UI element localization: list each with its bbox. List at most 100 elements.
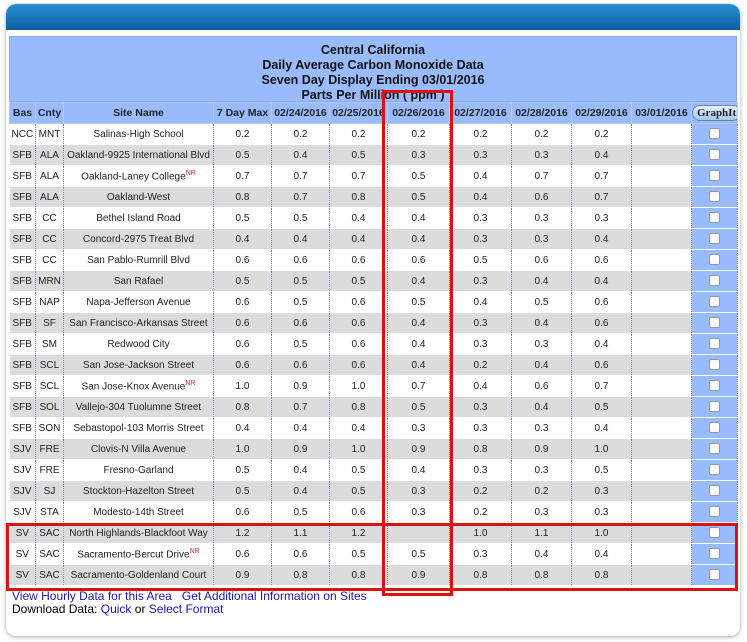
- graphit-checkbox[interactable]: [709, 548, 720, 560]
- cell-daily-value: 0.4: [449, 165, 512, 187]
- cell-site-name: Stockton-Hazelton Street: [63, 480, 214, 502]
- cell-graphit: [691, 312, 738, 334]
- graphit-checkbox[interactable]: [709, 380, 720, 392]
- table-row: SJV STA Modesto-14th Street 0.6 0.5 0.6 0.3 0.2…: [9, 501, 738, 523]
- cell-daily-value: 0.4: [387, 228, 450, 250]
- graphit-checkbox[interactable]: [709, 506, 720, 518]
- site-link[interactable]: San Francisco-Arkansas Street: [69, 318, 207, 329]
- cell-daily-value: 0.5: [387, 165, 450, 187]
- cell-graphit: [691, 270, 738, 292]
- cell-daily-value: [631, 564, 692, 586]
- cell-daily-value: 0.5: [271, 207, 330, 229]
- site-link[interactable]: Oakland-9925 International Blvd: [67, 150, 210, 161]
- graphit-checkbox[interactable]: [709, 170, 720, 182]
- cell-daily-value: 0.4: [387, 270, 450, 292]
- graphit-checkbox[interactable]: [709, 128, 720, 140]
- cell-graphit: [691, 396, 738, 418]
- cell-daily-value: 0.4: [449, 375, 512, 397]
- cell-daily-value: 0.3: [449, 207, 512, 229]
- cell-daily-value: [631, 165, 692, 187]
- graphit-checkbox[interactable]: [709, 233, 720, 245]
- graphit-button[interactable]: GraphIt: [692, 105, 737, 121]
- graphit-checkbox[interactable]: [709, 527, 720, 539]
- site-link[interactable]: Redwood City: [107, 339, 169, 350]
- graphit-checkbox[interactable]: [709, 401, 720, 413]
- col-header-date: 02/24/2016: [271, 102, 330, 124]
- table-row: SFB SF San Francisco-Arkansas Street 0.6 0.6…: [9, 312, 738, 334]
- site-link[interactable]: Salinas-High School: [93, 129, 183, 140]
- cell-daily-value: 0.5: [449, 249, 512, 271]
- cell-cnty: SCL: [35, 375, 64, 397]
- cell-cnty: CC: [35, 249, 64, 271]
- cell-daily-value: 0.6: [511, 249, 572, 271]
- cell-graphit: [691, 354, 738, 376]
- cell-daily-value: 0.6: [511, 186, 572, 208]
- graphit-checkbox[interactable]: [709, 317, 720, 329]
- site-link[interactable]: Sebastopol-103 Morris Street: [73, 423, 203, 434]
- cell-graphit: [691, 375, 738, 397]
- site-link[interactable]: Vallejo-304 Tuolumne Street: [76, 402, 201, 413]
- site-link[interactable]: Oakland-West: [107, 192, 170, 203]
- site-link[interactable]: Oakland-Laney College: [81, 171, 186, 182]
- cell-daily-value: 0.3: [449, 270, 512, 292]
- graphit-checkbox[interactable]: [709, 485, 720, 497]
- site-link[interactable]: Sacramento-Goldenland Court: [71, 570, 207, 581]
- cell-daily-value: [631, 312, 692, 334]
- table-row: SJV FRE Clovis-N Villa Avenue 1.0 0.9 1.0 0.9 0…: [9, 438, 738, 460]
- graphit-checkbox[interactable]: [709, 422, 720, 434]
- site-link[interactable]: San Pablo-Rumrill Blvd: [87, 255, 190, 266]
- cell-daily-value: 0.4: [511, 396, 572, 418]
- cell-daily-value: [631, 459, 692, 481]
- graphit-checkbox[interactable]: [709, 338, 720, 350]
- site-link[interactable]: San Rafael: [114, 276, 163, 287]
- site-link[interactable]: Napa-Jefferson Avenue: [86, 297, 190, 308]
- graphit-checkbox[interactable]: [709, 569, 720, 581]
- select-format-link[interactable]: Select Format: [149, 602, 224, 616]
- table-row: NCC MNT Salinas-High School 0.2 0.2 0.2 0.2 0.2…: [9, 123, 738, 145]
- site-link[interactable]: Fresno-Garland: [103, 465, 173, 476]
- graphit-checkbox[interactable]: [709, 359, 720, 371]
- graphit-checkbox[interactable]: [709, 275, 720, 287]
- graphit-checkbox[interactable]: [709, 296, 720, 308]
- graphit-checkbox[interactable]: [709, 212, 720, 224]
- cell-daily-value: 0.6: [271, 354, 330, 376]
- cell-daily-value: 1.2: [329, 522, 388, 544]
- additional-info-link[interactable]: Get Additional Information on Sites: [182, 589, 367, 603]
- site-link[interactable]: Clovis-N Villa Avenue: [91, 444, 186, 455]
- cell-daily-value: 0.4: [571, 543, 632, 565]
- cell-7day-max: 0.5: [213, 459, 272, 481]
- cell-cnty: ALA: [35, 165, 64, 187]
- cell-daily-value: 0.5: [511, 291, 572, 313]
- site-link[interactable]: Concord-2975 Treat Blvd: [83, 234, 194, 245]
- cell-site-name: San Jose-Knox AvenueNR: [63, 375, 214, 397]
- cell-7day-max: 0.7: [213, 165, 272, 187]
- site-link[interactable]: San Jose-Knox Avenue: [82, 381, 186, 392]
- graphit-checkbox[interactable]: [709, 149, 720, 161]
- header-row: Bas Cnty Site Name 7 Day Max 02/24/2016 …: [9, 102, 738, 124]
- site-link[interactable]: San Jose-Jackson Street: [83, 360, 194, 371]
- site-link[interactable]: Modesto-14th Street: [93, 507, 184, 518]
- graphit-checkbox[interactable]: [709, 254, 720, 266]
- cell-daily-value: 0.8: [449, 564, 512, 586]
- cell-daily-value: 0.3: [511, 417, 572, 439]
- graphit-checkbox[interactable]: [709, 443, 720, 455]
- cell-daily-value: 0.5: [571, 396, 632, 418]
- cell-bas: SFB: [9, 354, 36, 376]
- col-header-date: 02/29/2016: [571, 102, 632, 124]
- site-link[interactable]: Stockton-Hazelton Street: [83, 486, 194, 497]
- cell-cnty: ALA: [35, 186, 64, 208]
- site-link[interactable]: Sacramento-Bercut Drive: [77, 549, 189, 560]
- cell-daily-value: 0.6: [511, 375, 572, 397]
- graphit-checkbox[interactable]: [709, 191, 720, 203]
- cell-cnty: SF: [35, 312, 64, 334]
- site-link[interactable]: North Highlands-Blackfoot Way: [69, 528, 208, 539]
- cell-site-name: Fresno-Garland: [63, 459, 214, 481]
- cell-daily-value: 0.9: [271, 375, 330, 397]
- site-link[interactable]: Bethel Island Road: [96, 213, 181, 224]
- hourly-data-link[interactable]: View Hourly Data for this Area: [12, 589, 172, 603]
- cell-daily-value: 0.4: [387, 333, 450, 355]
- cell-7day-max: 0.2: [213, 123, 272, 145]
- cell-bas: SFB: [9, 417, 36, 439]
- graphit-checkbox[interactable]: [709, 464, 720, 476]
- quick-download-link[interactable]: Quick: [101, 602, 132, 616]
